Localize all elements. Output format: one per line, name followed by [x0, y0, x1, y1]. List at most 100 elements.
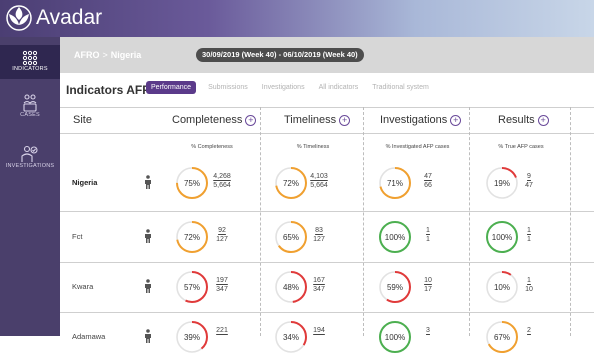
gauge-percent: 71% — [387, 179, 403, 188]
fraction-numerator: 1 — [527, 227, 531, 234]
fraction-numerator: 167 — [313, 277, 325, 284]
gauge-percent: 75% — [184, 179, 200, 188]
page-title: Indicators AFP — [66, 83, 151, 97]
sidebar-item-cases[interactable]: CASES — [0, 94, 60, 128]
fraction: 3 — [417, 327, 439, 336]
results-gauge: 19% — [486, 167, 518, 199]
date-range-badge[interactable]: 30/09/2019 (Week 40) - 06/10/2019 (Week … — [196, 48, 364, 62]
investigations-gauge: 100% — [379, 221, 411, 253]
fraction: 9 47 — [518, 173, 540, 189]
completeness-gauge: 57% — [176, 271, 208, 303]
fraction-numerator: 3 — [426, 327, 430, 334]
column-header-investigations[interactable]: Investigations + — [380, 107, 462, 133]
gauge-percent: 65% — [283, 233, 299, 242]
fraction-numerator: 92 — [218, 227, 226, 234]
breadcrumb-country[interactable]: Nigeria — [111, 50, 142, 60]
subheader-results: % True AFP cases — [498, 144, 544, 150]
fraction-numerator: 197 — [216, 277, 228, 284]
fraction-numerator: 1 — [527, 277, 531, 284]
timeliness-gauge: 48% — [275, 271, 307, 303]
fraction-denominator: 66 — [424, 182, 432, 189]
breadcrumb-region[interactable]: AFRO — [74, 50, 100, 60]
indicators-table: Site Completeness + Timeliness + Investiga… — [60, 107, 594, 353]
add-results-icon[interactable]: + — [537, 114, 549, 126]
fraction-numerator: 10 — [424, 277, 432, 284]
gauge-percent: 72% — [184, 233, 200, 242]
sidebar-item-investigations[interactable]: INVESTIGATIONS — [0, 145, 60, 181]
tab-traditional-system[interactable]: Traditional system — [372, 81, 429, 94]
fraction-denominator: 127 — [216, 236, 228, 243]
gauge-percent: 100% — [385, 233, 405, 242]
fraction: 167 347 — [308, 277, 330, 293]
person-search-icon — [21, 145, 38, 162]
tab-investigations[interactable]: Investigations — [262, 81, 305, 94]
top-bar: Avadar — [0, 0, 594, 37]
site-name[interactable]: Adamawa — [72, 332, 105, 341]
column-header-results[interactable]: Results + — [498, 107, 549, 133]
column-header-timeliness[interactable]: Timeliness + — [284, 107, 351, 133]
gauge-percent: 100% — [385, 333, 405, 342]
fraction: 194 — [308, 327, 330, 336]
column-divider — [570, 107, 571, 336]
fraction-numerator: 221 — [216, 327, 228, 334]
fraction-numerator: 194 — [313, 327, 325, 334]
tab-all-indicators[interactable]: All indicators — [319, 81, 359, 94]
person-icon[interactable] — [144, 329, 152, 343]
fraction-numerator: 4,103 — [310, 173, 328, 180]
fraction: 4,103 5,664 — [308, 173, 330, 189]
gauge-percent: 39% — [184, 333, 200, 342]
fraction: 11 — [518, 227, 540, 243]
tab-bar: Performance Submissions Investigations A… — [146, 81, 443, 94]
subheader-timeliness: % Timeliness — [296, 144, 330, 150]
sidebar-item-label: CASES — [20, 112, 40, 118]
column-header-label: Results — [498, 114, 535, 126]
column-header-label: Timeliness — [284, 114, 337, 126]
fraction-denominator: 17 — [424, 286, 432, 293]
logo[interactable]: Avadar — [6, 5, 102, 31]
add-completeness-icon[interactable]: + — [245, 114, 257, 126]
sidebar-item-label: INDICATORS — [12, 66, 48, 72]
fraction-denominator: 1 — [527, 236, 531, 243]
fraction-numerator: 83 — [315, 227, 323, 234]
site-name[interactable]: Nigeria — [72, 178, 97, 187]
column-header-completeness[interactable]: Completeness + — [172, 107, 257, 133]
completeness-gauge: 75% — [176, 167, 208, 199]
people-icon — [23, 94, 37, 112]
fraction: 11 — [417, 227, 439, 243]
fraction: 83 127 — [308, 227, 330, 243]
tab-submissions[interactable]: Submissions — [208, 81, 248, 94]
column-divider — [260, 107, 261, 336]
completeness-gauge: 72% — [176, 221, 208, 253]
person-icon[interactable] — [144, 229, 152, 243]
fraction: 10 17 — [417, 277, 439, 293]
fraction-numerator: 4,268 — [213, 173, 231, 180]
completeness-gauge: 39% — [176, 321, 208, 353]
column-divider — [363, 107, 364, 336]
investigations-gauge: 100% — [379, 321, 411, 353]
investigations-gauge: 71% — [379, 167, 411, 199]
gauge-percent: 48% — [283, 283, 299, 292]
fraction-numerator: 47 — [424, 173, 432, 180]
fraction-numerator: 1 — [426, 227, 430, 234]
breadcrumb: AFRO > Nigeria 30/09/2019 (Week 40) - 06/1… — [60, 37, 594, 73]
gauge-percent: 34% — [283, 333, 299, 342]
tab-performance[interactable]: Performance — [146, 81, 197, 94]
person-icon[interactable] — [144, 279, 152, 293]
fraction: 197 347 — [211, 277, 233, 293]
fraction-denominator: 5,664 — [213, 182, 231, 189]
subheader-investigations: % Investigated AFP cases — [385, 144, 450, 150]
fraction-denominator: 10 — [525, 286, 533, 293]
add-investigations-icon[interactable]: + — [450, 114, 462, 126]
app-name: Avadar — [36, 6, 103, 29]
sidebar-item-indicators[interactable]: INDICATORS — [0, 45, 60, 79]
gauge-percent: 67% — [494, 333, 510, 342]
timeliness-gauge: 34% — [275, 321, 307, 353]
person-icon[interactable] — [144, 175, 152, 189]
fraction-denominator: 47 — [525, 182, 533, 189]
gauge-percent: 72% — [283, 179, 299, 188]
site-name[interactable]: Kwara — [72, 282, 93, 291]
site-name[interactable]: Fct — [72, 232, 82, 241]
timeliness-gauge: 72% — [275, 167, 307, 199]
row-divider — [60, 262, 594, 263]
add-timeliness-icon[interactable]: + — [339, 114, 351, 126]
